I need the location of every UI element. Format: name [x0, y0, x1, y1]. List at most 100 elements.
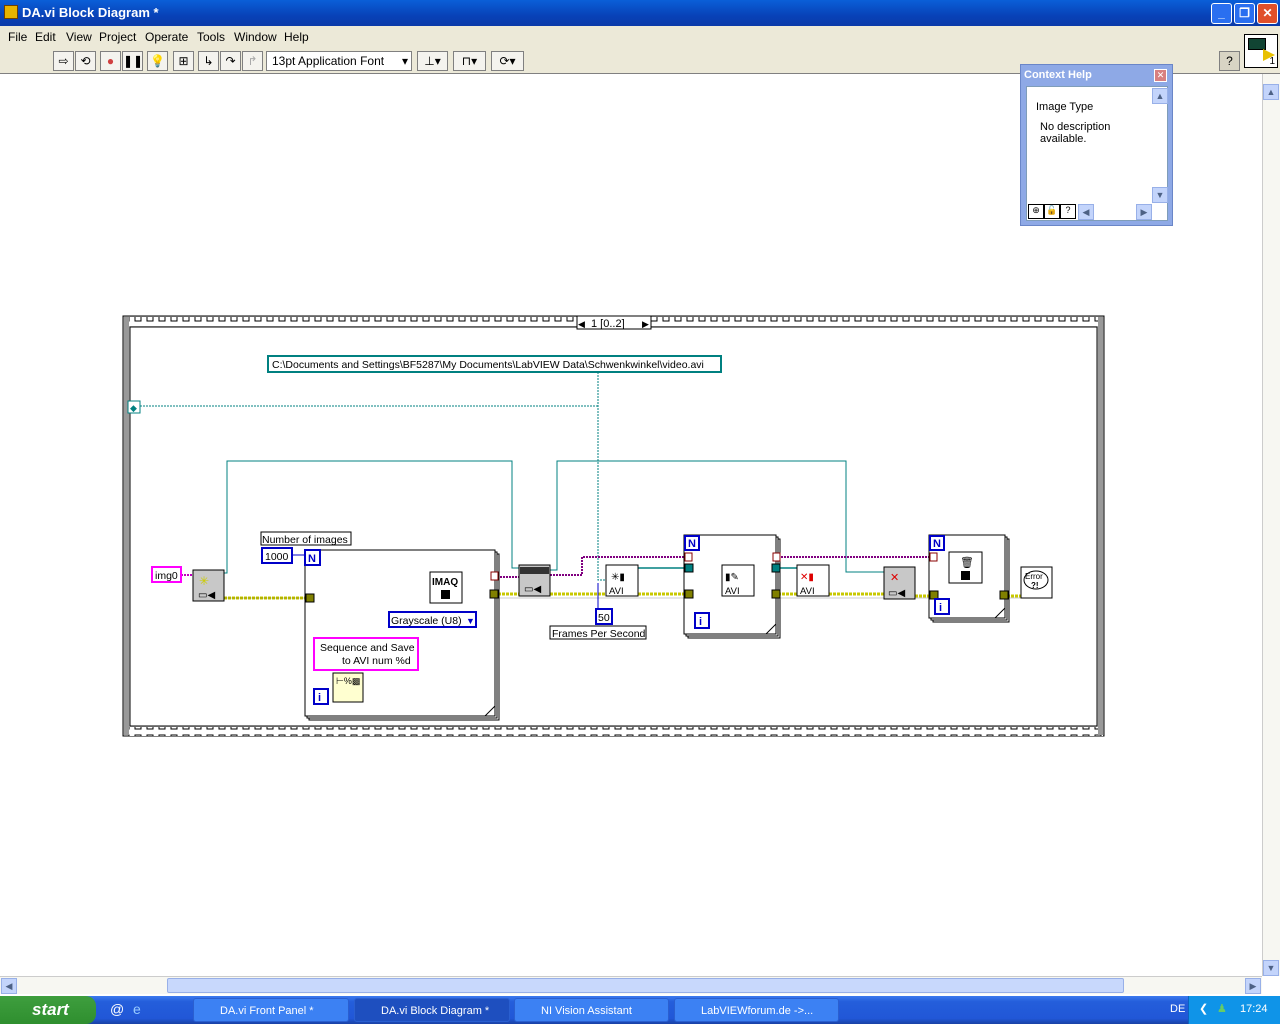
lock-icon[interactable]: 🔓 — [1044, 204, 1060, 219]
scroll-up-icon[interactable]: ▲ — [1263, 84, 1279, 100]
scroll-left-icon[interactable]: ◀ — [1078, 204, 1094, 220]
error-tunnel[interactable] — [929, 590, 939, 600]
scroll-left-icon[interactable]: ◀ — [1, 978, 17, 994]
image-array-tunnel[interactable] — [684, 552, 693, 562]
horizontal-scrollbar[interactable]: ◀ ▶ — [0, 976, 1262, 994]
sequence-frame-selector[interactable]: 1 [0..2] ◀ ▶ — [576, 315, 652, 330]
number-of-images-label: Number of images — [262, 534, 348, 546]
close-camera-icon: ✕▮ — [800, 572, 814, 583]
start-button[interactable]: start — [0, 996, 96, 1024]
error-tunnel[interactable] — [771, 589, 781, 599]
task-labviewforum[interactable]: LabVIEWforum.de ->... — [674, 998, 839, 1022]
number-of-images-value: 1000 — [265, 551, 289, 563]
avi-label: AVI — [609, 586, 624, 597]
error-tunnel[interactable] — [489, 589, 499, 599]
stacked-sequence-structure[interactable] — [122, 315, 1105, 737]
chevron-down-icon[interactable]: ▼ — [466, 616, 475, 626]
context-help-window[interactable]: Context Help ✕ Image Type No description… — [1020, 64, 1173, 226]
imaq-sequence-node[interactable]: ▭◀ — [518, 564, 551, 597]
format-into-string-node[interactable]: ⊢%▩ — [332, 672, 364, 703]
loop-count-label: N — [688, 538, 696, 550]
context-help-title: Context Help — [1024, 69, 1092, 81]
fps-value: 50 — [598, 612, 610, 624]
task-block-diagram[interactable]: DA.vi Block Diagram * — [354, 998, 510, 1022]
horizontal-scroll-thumb[interactable] — [167, 978, 1124, 993]
fps-label: Frames Per Second — [552, 628, 646, 640]
film-strip-icon — [520, 567, 549, 574]
camera-pencil-icon: ▮✎ — [725, 572, 739, 583]
increment-frame-icon[interactable]: ▶ — [642, 319, 649, 329]
show-optional-terminals-icon[interactable]: ⊕ — [1028, 204, 1044, 219]
imaq-dispose-node[interactable]: ✕ ▭◀ — [883, 566, 916, 600]
imaq-avi-create-node[interactable]: ✳▮ AVI — [605, 564, 639, 597]
scroll-down-icon[interactable]: ▼ — [1263, 960, 1279, 976]
trash-icon: 🗑 — [960, 556, 974, 569]
error-tunnel[interactable] — [684, 589, 694, 599]
image-name-value: img0 — [155, 570, 178, 582]
loop-count-label: N — [308, 553, 316, 565]
number-of-images-constant[interactable]: 1000 — [261, 547, 293, 564]
close-icon[interactable]: ✕ — [1154, 69, 1167, 82]
imaq-avi-close-node[interactable]: ✕▮ AVI — [796, 564, 830, 597]
image-array-tunnel[interactable] — [490, 571, 499, 581]
task-label: NI Vision Assistant — [541, 1005, 632, 1017]
loop-count-label: N — [933, 538, 941, 550]
outlook-express-icon[interactable]: @ — [110, 1001, 124, 1017]
simple-error-handler-node[interactable]: Error ?! — [1020, 566, 1053, 599]
imaq-avi-write-node[interactable]: ▮✎ AVI — [721, 564, 755, 597]
task-vision-assistant[interactable]: NI Vision Assistant — [514, 998, 669, 1022]
task-label: LabVIEWforum.de ->... — [701, 1005, 814, 1017]
camera-icon: ▭◀ — [198, 590, 215, 601]
image-array-tunnel[interactable] — [772, 552, 781, 562]
image-array-tunnel[interactable] — [929, 552, 938, 562]
network-user-icon[interactable]: ♟ — [1217, 1002, 1227, 1015]
language-indicator[interactable]: DE — [1170, 1003, 1185, 1015]
percent-icon: ⊢%▩ — [336, 676, 360, 686]
format-string-constant[interactable]: Sequence and Save to AVI num %d — [313, 637, 419, 671]
avi-label: AVI — [800, 586, 815, 597]
internet-explorer-icon[interactable]: e — [133, 1001, 141, 1017]
imaq-label: IMAQ — [432, 577, 458, 588]
image-type-value: Grayscale (U8) — [391, 615, 462, 627]
detailed-help-icon[interactable]: ? — [1060, 204, 1076, 219]
context-help-description: No description available. — [1040, 121, 1111, 145]
camera-icon: ▭◀ — [888, 588, 905, 599]
format-string-line-2: to AVI num %d — [342, 655, 411, 667]
scroll-down-icon[interactable]: ▼ — [1152, 187, 1168, 203]
camera-icon: ✳▮ — [611, 572, 625, 583]
start-label: start — [32, 1000, 69, 1019]
session-tunnel[interactable] — [771, 563, 781, 573]
decrement-frame-icon[interactable]: ◀ — [578, 319, 585, 329]
image-name-constant[interactable]: img0 — [151, 566, 182, 583]
imaq-create-node[interactable]: ✳ ▭◀ — [192, 569, 225, 602]
scroll-right-icon[interactable]: ▶ — [1136, 204, 1152, 220]
format-string-line-1: Sequence and Save — [320, 642, 415, 654]
lightning-icon — [961, 571, 970, 580]
loop-index-label: i — [318, 692, 321, 704]
fps-constant[interactable]: 50 — [595, 608, 613, 625]
path-constant[interactable]: C:\Documents and Settings\BF5287\My Docu… — [267, 355, 722, 373]
vertical-scrollbar[interactable]: ▲ ▼ — [1262, 74, 1280, 976]
scroll-right-icon[interactable]: ▶ — [1245, 978, 1261, 994]
error-tunnel[interactable] — [305, 593, 315, 603]
context-help-heading: Image Type — [1036, 101, 1094, 113]
imaq-cast-image-node[interactable]: IMAQ — [429, 571, 463, 604]
context-help-body: Image Type No description available. ▲ ▼… — [1026, 86, 1168, 221]
sparkle-icon: ✳ — [199, 574, 209, 588]
tray-expand-icon[interactable]: ❮ — [1199, 1002, 1208, 1015]
task-label: DA.vi Front Panel * — [220, 1005, 314, 1017]
scroll-up-icon[interactable]: ▲ — [1152, 88, 1168, 104]
image-type-ring[interactable]: Grayscale (U8) ▼ — [388, 611, 477, 628]
error-tunnel[interactable] — [999, 590, 1009, 600]
task-front-panel[interactable]: DA.vi Front Panel * — [193, 998, 349, 1022]
path-constant-value: C:\Documents and Settings\BF5287\My Docu… — [272, 359, 704, 371]
dispose-icon: ✕ — [890, 572, 899, 584]
arrow-left-icon: ◆ — [130, 403, 137, 413]
session-tunnel[interactable] — [684, 563, 694, 573]
vi-icon-number: 1 — [1269, 56, 1275, 67]
lightning-icon — [441, 590, 450, 599]
avi-label: AVI — [725, 586, 740, 597]
taskbar: start @ e DA.vi Front Panel * DA.vi Bloc… — [0, 996, 1280, 1024]
error-label: Error — [1025, 572, 1043, 581]
imaq-dispose-image-node[interactable]: 🗑 — [948, 551, 983, 584]
